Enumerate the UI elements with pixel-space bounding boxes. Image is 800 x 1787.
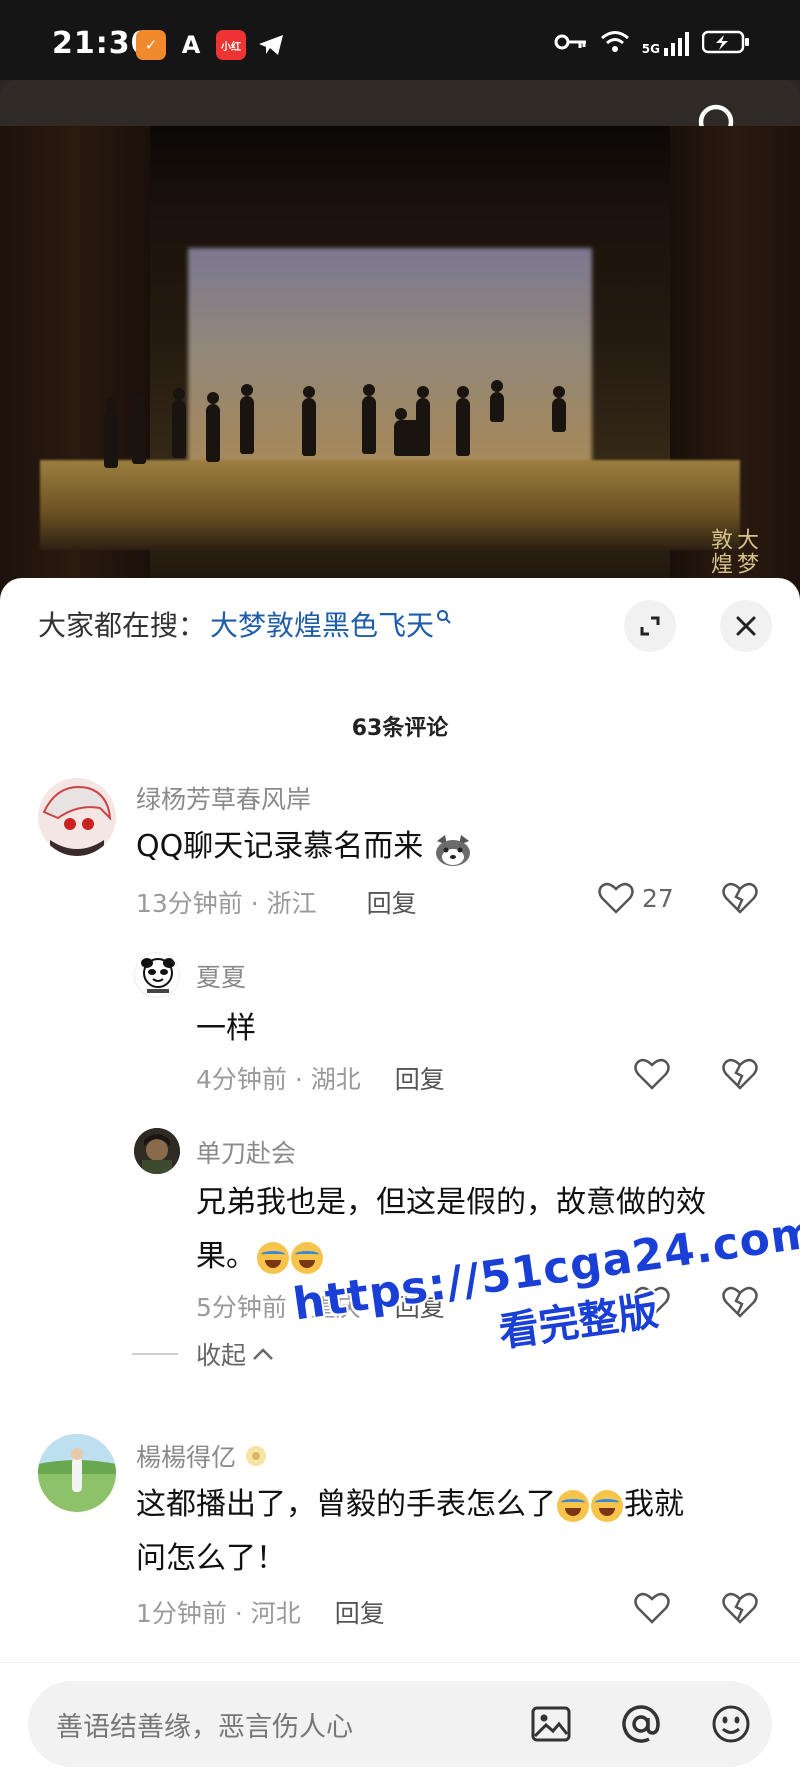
- close-icon: [736, 616, 756, 636]
- xhs-icon: 小红: [216, 30, 246, 60]
- shield-check-icon: ✓: [136, 30, 166, 60]
- input-placeholder: 善语结善缘，恶言伤人心: [56, 1712, 353, 1743]
- reply-button[interactable]: 回复: [335, 1594, 385, 1630]
- close-button[interactable]: [720, 600, 772, 652]
- like-button[interactable]: 27: [598, 882, 674, 914]
- suggestion-link[interactable]: 大梦敦煌黑色飞天: [210, 604, 434, 644]
- video-top-bar: [0, 80, 800, 126]
- comment-time: 4分钟前 · 湖北: [196, 1065, 361, 1094]
- status-indicators: 5G: [554, 30, 750, 58]
- expand-icon: [640, 616, 660, 636]
- expand-button[interactable]: [624, 600, 676, 652]
- mention-button[interactable]: [618, 1701, 664, 1747]
- like-button[interactable]: [634, 1592, 670, 1624]
- avatar[interactable]: [38, 1434, 116, 1512]
- avatar[interactable]: [134, 1128, 180, 1174]
- like-count: 27: [642, 883, 674, 913]
- suggestion-prefix: 大家都在搜：: [38, 609, 207, 642]
- husky-sticker-icon: [433, 831, 473, 866]
- status-bar: 21:30 ✓ A 小红 5G: [0, 0, 800, 92]
- laughing-crying-emoji-icon: [291, 1241, 323, 1274]
- status-app-icons: ✓ A 小红: [136, 30, 286, 60]
- key-icon: [554, 32, 588, 56]
- broken-heart-icon: [722, 882, 758, 914]
- heart-icon: [634, 1058, 670, 1090]
- wifi-icon: [600, 30, 630, 58]
- telegram-icon: [256, 30, 286, 60]
- comment-text: 这都播出了，曾毅的手表怎么了 我就 问怎么了！: [136, 1487, 684, 1576]
- avatar[interactable]: [38, 778, 116, 856]
- dislike-button[interactable]: [722, 882, 758, 918]
- laughing-crying-emoji-icon: [591, 1489, 623, 1522]
- heart-icon: [634, 1592, 670, 1624]
- comment-time: 13分钟前 · 浙江: [136, 889, 317, 918]
- comment-meta: 13分钟前 · 浙江 回复: [136, 884, 417, 920]
- laughing-crying-emoji-icon: [557, 1489, 589, 1522]
- comment-count: 63条评论: [351, 716, 449, 741]
- like-button[interactable]: [634, 1058, 670, 1090]
- sunflower-icon: [244, 1444, 268, 1474]
- at-sign-icon: [622, 1705, 660, 1743]
- stage-floor: [40, 460, 740, 550]
- broken-heart-icon: [722, 1058, 758, 1090]
- avatar[interactable]: [134, 952, 180, 998]
- dislike-button[interactable]: [722, 1592, 758, 1628]
- divider: [132, 1353, 178, 1355]
- reply-button[interactable]: 回复: [367, 884, 417, 920]
- comment-text: QQ聊天记录慕名而来: [136, 820, 473, 874]
- comment-meta: 4分钟前 · 湖北 回复: [196, 1060, 445, 1096]
- comment-time: 1分钟前 · 河北: [136, 1599, 301, 1628]
- a-icon: A: [181, 31, 201, 59]
- image-icon: [531, 1706, 571, 1742]
- comment-text: 一样: [196, 1011, 256, 1046]
- emoji-button[interactable]: [708, 1701, 754, 1747]
- comment-author[interactable]: 绿杨芳草春风岸: [136, 780, 311, 816]
- heart-icon: [598, 882, 634, 914]
- comment-input-bar: 善语结善缘，恶言伤人心: [0, 1662, 800, 1787]
- dislike-button[interactable]: [722, 1058, 758, 1094]
- network-type: 5G: [641, 42, 660, 56]
- comment-meta: 1分钟前 · 河北 回复: [136, 1594, 385, 1630]
- search-suggestion[interactable]: 大家都在搜： 大梦敦煌黑色飞天: [38, 604, 452, 644]
- signal-icon: 5G: [642, 32, 690, 56]
- video-player[interactable]: 大梦敦煌: [0, 80, 800, 595]
- comment-author[interactable]: 夏夏: [196, 958, 246, 994]
- comment-author[interactable]: 单刀赴会: [196, 1134, 296, 1170]
- reply-button[interactable]: 回复: [395, 1060, 445, 1096]
- image-button[interactable]: [528, 1701, 574, 1747]
- smiley-icon: [712, 1705, 750, 1743]
- search-small-icon: [436, 609, 452, 630]
- battery-charging-icon: [701, 30, 750, 58]
- chevron-up-icon: [253, 1348, 273, 1360]
- collapse-replies-button[interactable]: 收起: [132, 1336, 274, 1372]
- comment-author[interactable]: 楊楊得亿: [136, 1438, 268, 1474]
- broken-heart-icon: [722, 1592, 758, 1624]
- comment-input[interactable]: 善语结善缘，恶言伤人心: [28, 1681, 772, 1767]
- comment-sheet: 大家都在搜： 大梦敦煌黑色飞天 63条评论 绿杨芳草春风岸 QQ聊天记录慕名而来…: [0, 578, 800, 1787]
- laughing-crying-emoji-icon: [257, 1241, 289, 1274]
